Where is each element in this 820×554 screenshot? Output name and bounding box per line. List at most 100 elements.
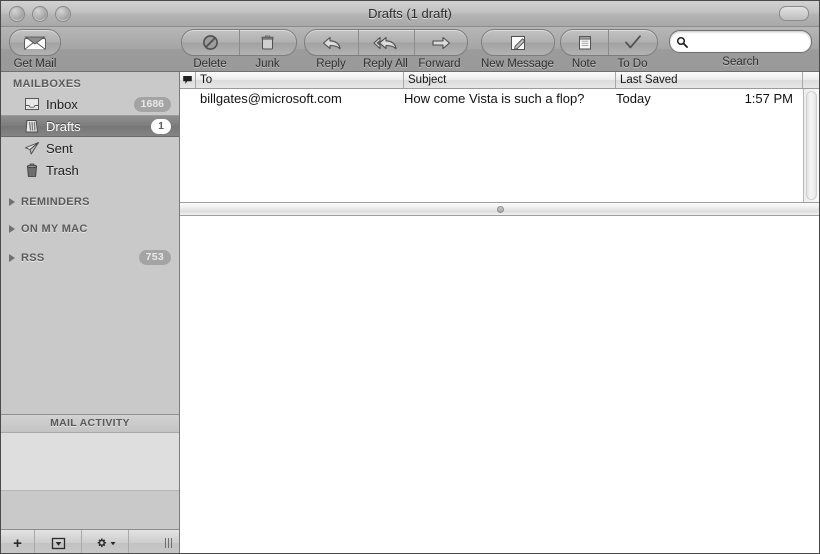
search-icon bbox=[676, 36, 688, 48]
message-list-header: To Subject Last Saved bbox=[180, 72, 819, 89]
sidebar-item-label: Inbox bbox=[46, 96, 78, 112]
mailbox-list: MAILBOXES Inbox 1686 Drafts 1 Sent Trash… bbox=[1, 72, 179, 414]
forward-button[interactable] bbox=[413, 30, 467, 55]
new-message-button[interactable] bbox=[481, 29, 555, 56]
delete-junk-group: Delete Junk bbox=[181, 29, 297, 70]
inbox-tray-icon bbox=[23, 96, 40, 112]
trash-can-icon bbox=[23, 162, 40, 178]
chevron-right-icon bbox=[9, 253, 15, 262]
search-input[interactable] bbox=[691, 34, 805, 49]
drafts-icon bbox=[23, 118, 40, 134]
mail-activity-body bbox=[1, 433, 179, 491]
mail-window: Drafts (1 draft) Get Mail Delete Junk Re… bbox=[0, 0, 820, 554]
message-list-scrollbar[interactable] bbox=[803, 89, 819, 202]
title-bar: Drafts (1 draft) bbox=[1, 1, 819, 27]
resize-grip-icon[interactable] bbox=[160, 530, 179, 553]
reply-group: Reply Reply All Forward bbox=[304, 29, 468, 70]
mailbox-actions-icon bbox=[51, 537, 66, 550]
window-title: Drafts (1 draft) bbox=[368, 6, 452, 21]
row-time-cell: 1:57 PM bbox=[744, 90, 793, 106]
sidebar-item-label: Drafts bbox=[46, 118, 81, 134]
column-header-subject[interactable]: Subject bbox=[404, 72, 616, 88]
reply-all-button[interactable] bbox=[358, 30, 413, 55]
search-field[interactable] bbox=[669, 30, 812, 53]
todo-button[interactable] bbox=[608, 30, 657, 55]
unread-count-badge: 1686 bbox=[133, 96, 171, 112]
pane-splitter[interactable] bbox=[180, 202, 819, 216]
gear-icon bbox=[94, 536, 116, 550]
rss-count-badge: 753 bbox=[138, 250, 171, 265]
mail-activity-spacer bbox=[1, 491, 179, 529]
sidebar-item-inbox[interactable]: Inbox 1686 bbox=[1, 93, 179, 115]
junk-label: Junk bbox=[255, 58, 280, 70]
chevron-right-icon bbox=[9, 198, 15, 206]
reply-label: Reply bbox=[316, 58, 346, 70]
row-date-cell: Today bbox=[616, 90, 651, 106]
new-message-item: New Message bbox=[481, 29, 555, 70]
note-button[interactable] bbox=[561, 30, 608, 55]
splitter-handle[interactable] bbox=[496, 206, 504, 213]
chevron-right-icon bbox=[9, 225, 15, 233]
no-entry-icon bbox=[202, 34, 219, 51]
mail-activity-header: MAIL ACTIVITY bbox=[1, 414, 179, 433]
table-row[interactable]: billgates@microsoft.com How come Vista i… bbox=[180, 89, 803, 107]
todo-label: To Do bbox=[617, 58, 648, 70]
sidebar-section-label: MAILBOXES bbox=[13, 78, 82, 90]
message-rows: billgates@microsoft.com How come Vista i… bbox=[180, 89, 803, 202]
sidebar: MAILBOXES Inbox 1686 Drafts 1 Sent Trash… bbox=[1, 72, 180, 553]
sidebar-item-label: Sent bbox=[46, 140, 73, 156]
sidebar-section-label: REMINDERS bbox=[21, 196, 90, 208]
get-mail-item: Get Mail bbox=[9, 29, 61, 70]
reply-arrow-icon bbox=[321, 35, 343, 51]
envelope-icon bbox=[23, 35, 47, 51]
sidebar-bottom-spacer bbox=[129, 530, 160, 553]
sidebar-section-mailboxes[interactable]: MAILBOXES bbox=[1, 72, 179, 93]
sidebar-section-label: ON MY MAC bbox=[21, 223, 88, 235]
note-pad-icon bbox=[577, 34, 593, 51]
delete-button[interactable] bbox=[182, 30, 239, 55]
note-todo-group: Note To Do bbox=[560, 29, 658, 70]
message-list: billgates@microsoft.com How come Vista i… bbox=[180, 89, 819, 202]
compose-pencil-icon bbox=[509, 35, 528, 51]
forward-label: Forward bbox=[418, 58, 461, 70]
toolbar-toggle-button[interactable] bbox=[779, 6, 809, 21]
junk-button[interactable] bbox=[238, 30, 296, 55]
toolbar: Get Mail Delete Junk Reply Reply All For… bbox=[1, 27, 819, 72]
sidebar-section-label: RSS bbox=[21, 251, 45, 264]
column-header-spacer bbox=[803, 72, 819, 88]
checkmark-icon bbox=[624, 34, 642, 51]
row-subject-cell: How come Vista is such a flop? bbox=[404, 90, 585, 106]
action-gear-button[interactable] bbox=[82, 530, 129, 553]
reply-button[interactable] bbox=[305, 30, 358, 55]
sidebar-section-reminders[interactable]: REMINDERS bbox=[1, 190, 179, 211]
junk-bin-icon bbox=[259, 34, 276, 51]
note-label: Note bbox=[571, 58, 597, 70]
sidebar-item-label: Trash bbox=[46, 162, 79, 178]
content-pane: To Subject Last Saved billgates@microsof… bbox=[180, 72, 819, 553]
plus-icon: + bbox=[13, 534, 22, 552]
add-mailbox-button[interactable]: + bbox=[1, 530, 35, 553]
reply-all-label: Reply All bbox=[363, 58, 408, 70]
get-mail-label: Get Mail bbox=[13, 58, 57, 70]
sidebar-item-drafts[interactable]: Drafts 1 bbox=[1, 115, 179, 137]
scrollbar-thumb[interactable] bbox=[806, 91, 817, 200]
new-message-label: New Message bbox=[481, 58, 554, 70]
window-body: MAILBOXES Inbox 1686 Drafts 1 Sent Trash… bbox=[1, 72, 819, 553]
draft-count-badge: 1 bbox=[151, 118, 171, 134]
sidebar-bottom-bar: + bbox=[1, 529, 179, 553]
column-header-to[interactable]: To bbox=[196, 72, 404, 88]
sidebar-section-on-my-mac[interactable]: ON MY MAC bbox=[1, 217, 179, 238]
row-to-cell: billgates@microsoft.com bbox=[200, 90, 342, 106]
get-mail-button[interactable] bbox=[9, 29, 61, 56]
sidebar-item-sent[interactable]: Sent bbox=[1, 137, 179, 159]
mailbox-actions-button[interactable] bbox=[35, 530, 82, 553]
flag-bubble-icon bbox=[182, 75, 193, 85]
delete-label: Delete bbox=[193, 58, 227, 70]
message-preview-pane bbox=[180, 216, 819, 553]
column-header-flag[interactable] bbox=[180, 72, 196, 88]
sidebar-section-rss[interactable]: RSS 753 bbox=[1, 244, 179, 268]
column-header-last-saved[interactable]: Last Saved bbox=[616, 72, 803, 88]
search-item: Search bbox=[669, 30, 812, 68]
sidebar-item-trash[interactable]: Trash bbox=[1, 159, 179, 181]
forward-arrow-icon bbox=[430, 35, 452, 51]
